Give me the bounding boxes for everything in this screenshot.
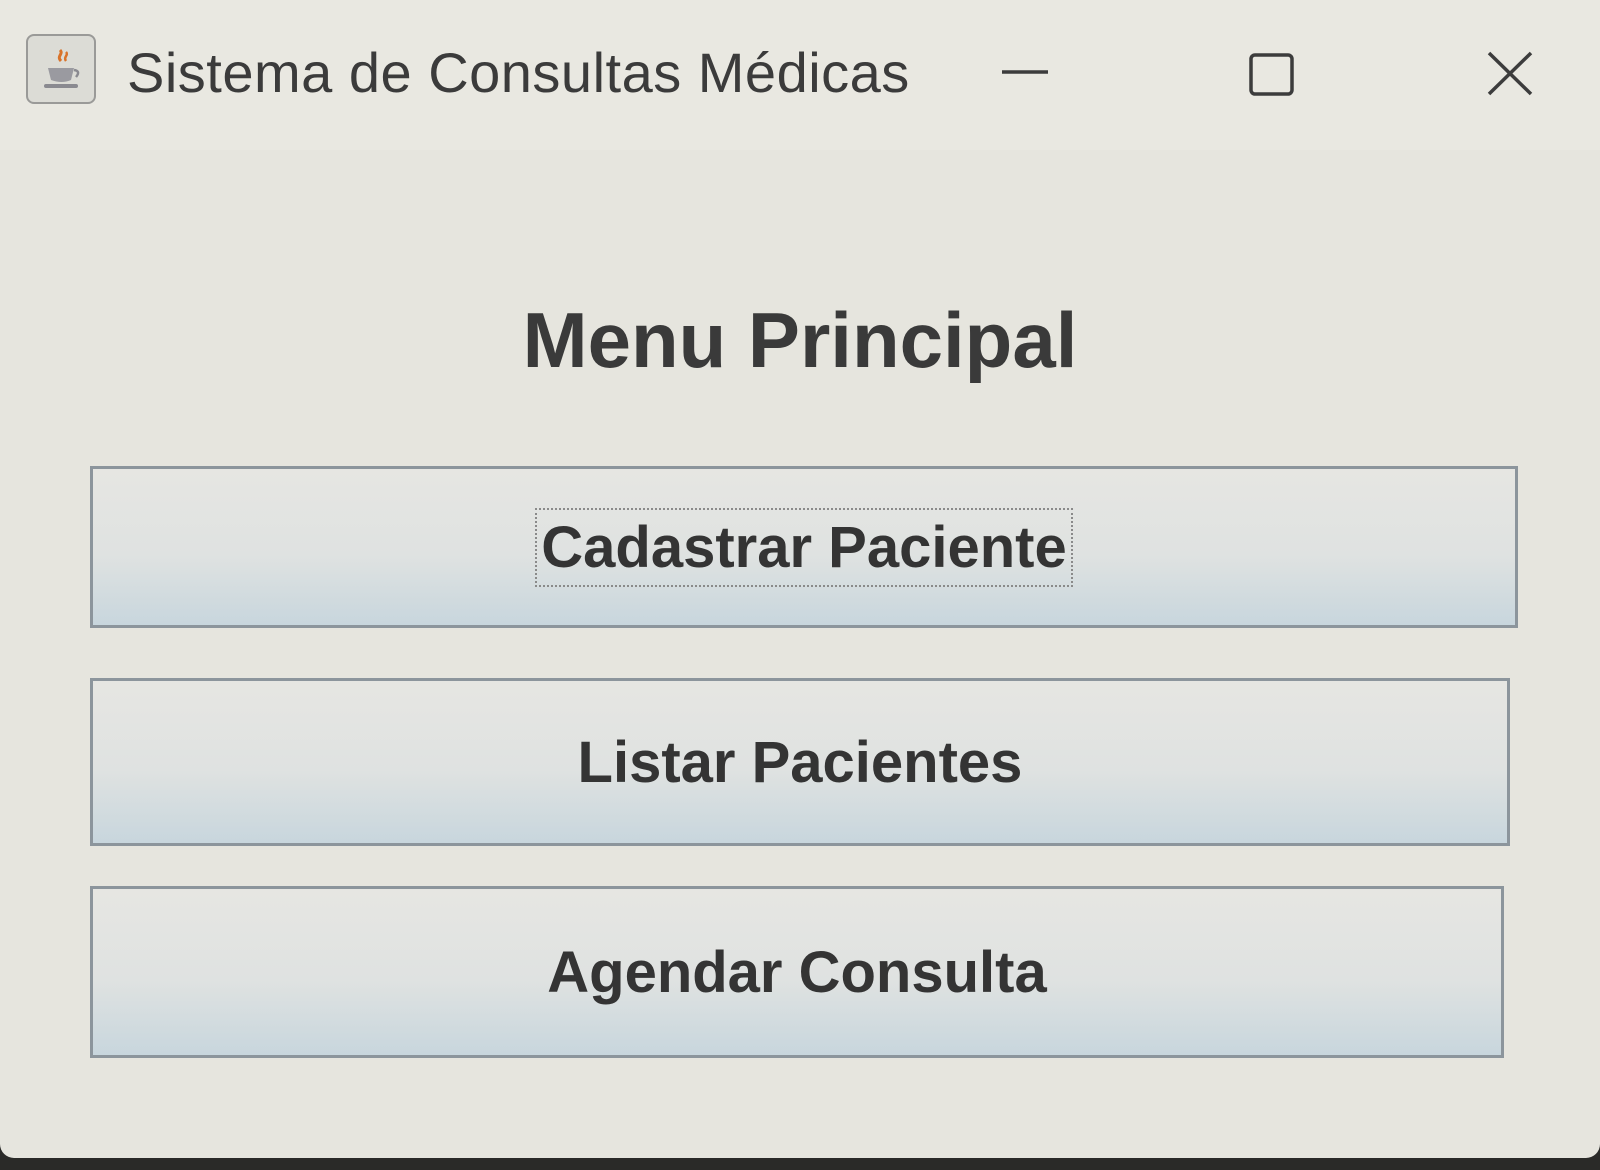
button-label: Cadastrar Paciente	[535, 507, 1073, 587]
close-button[interactable]	[1470, 30, 1560, 120]
button-label: Listar Pacientes	[577, 729, 1023, 795]
window-title: Sistema de Consultas Médicas	[127, 41, 910, 104]
minimize-icon	[1002, 70, 1048, 74]
app-window: Sistema de Consultas Médicas Menu Princi…	[0, 0, 1600, 1158]
java-cup-icon[interactable]	[26, 34, 96, 104]
maximize-icon	[1249, 53, 1294, 96]
minimize-button[interactable]	[995, 30, 1085, 120]
listar-pacientes-button[interactable]: Listar Pacientes	[90, 678, 1510, 846]
button-label: Agendar Consulta	[547, 939, 1047, 1005]
close-icon	[1487, 51, 1533, 96]
agendar-consulta-button[interactable]: Agendar Consulta	[90, 886, 1504, 1058]
cadastrar-paciente-button[interactable]: Cadastrar Paciente	[90, 466, 1518, 628]
page-title: Menu Principal	[522, 296, 1078, 384]
title-bar[interactable]: Sistema de Consultas Médicas	[0, 0, 1600, 150]
maximize-button[interactable]	[1232, 30, 1322, 120]
